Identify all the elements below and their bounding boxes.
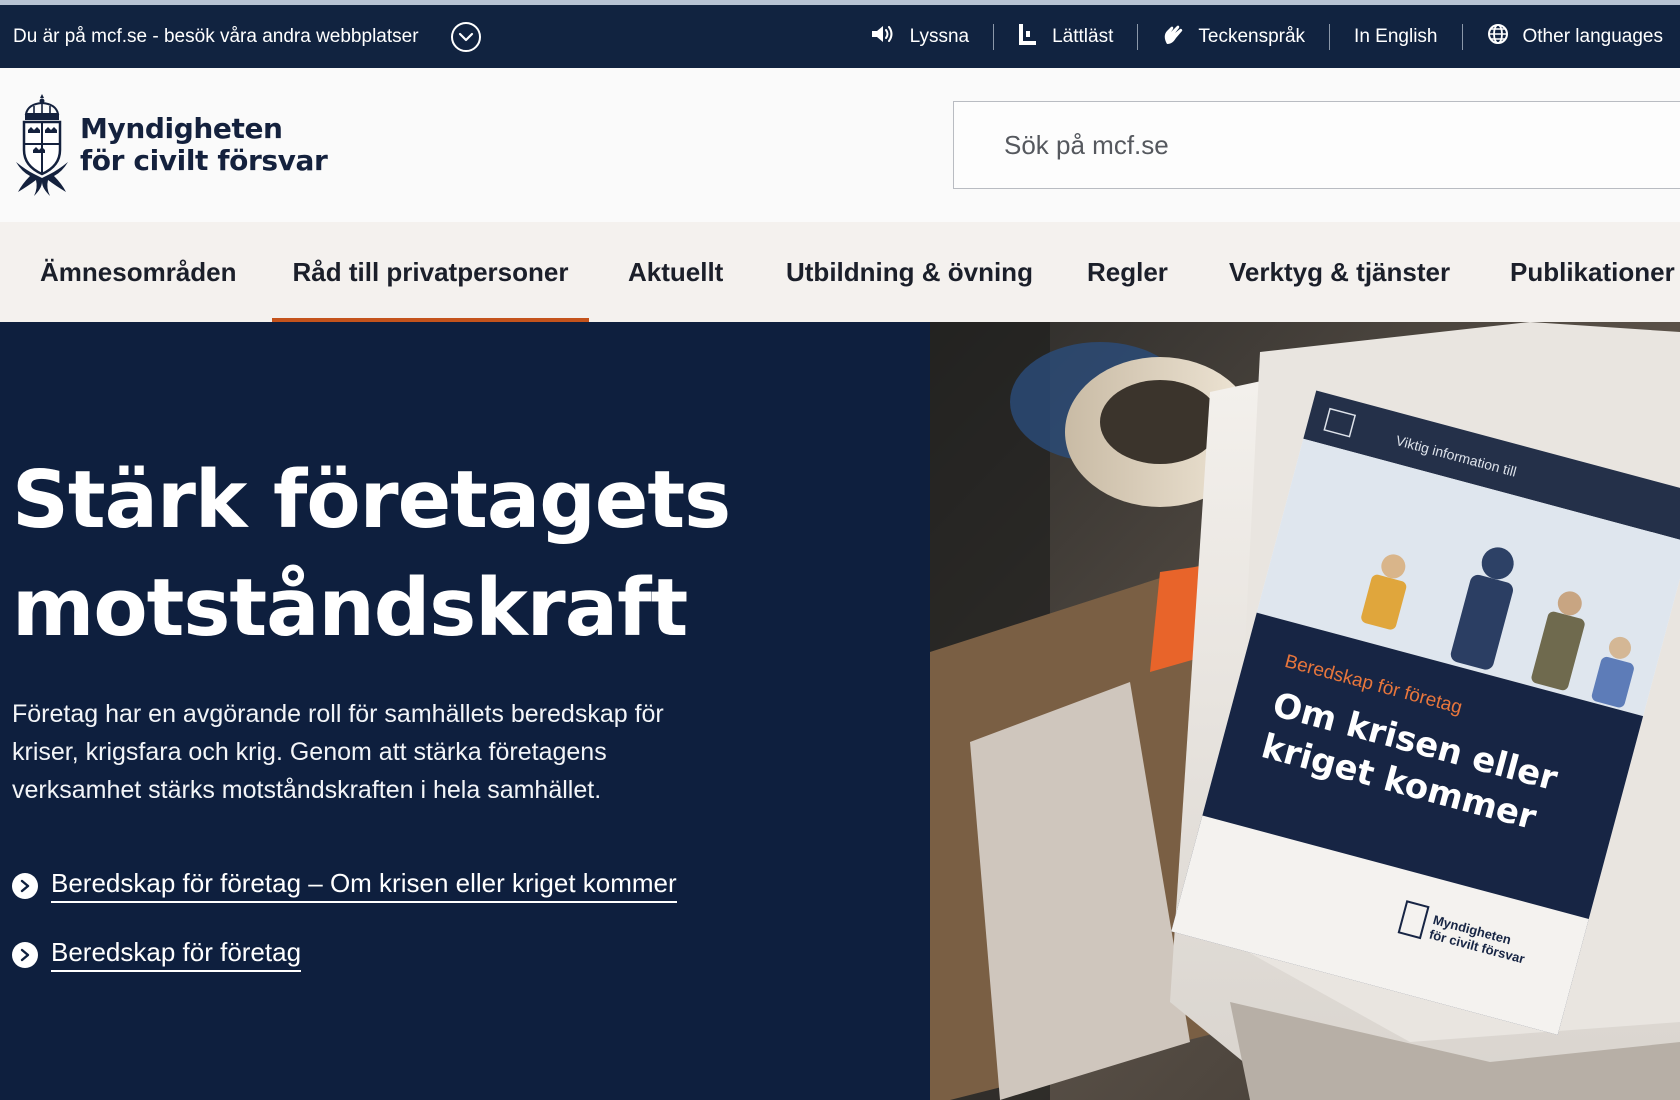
nav-item-aktuellt[interactable]: Aktuellt bbox=[628, 222, 723, 322]
easy-read-icon bbox=[1018, 23, 1038, 51]
hero-lead: Företag har en avgörande roll för samhäl… bbox=[12, 700, 664, 804]
logo-text: Myndigheten för civilt försvar bbox=[80, 112, 328, 177]
nav-item-regler[interactable]: Regler bbox=[1087, 222, 1168, 322]
hero-link-preparedness[interactable]: Beredskap för företag bbox=[12, 937, 302, 972]
utility-bar: Du är på mcf.se - besök våra andra webbp… bbox=[0, 5, 1680, 68]
site-switcher[interactable]: Du är på mcf.se - besök våra andra webbp… bbox=[13, 5, 481, 68]
nav-label: Publikationer bbox=[1510, 256, 1675, 287]
sign-language-link[interactable]: Teckenspråk bbox=[1162, 22, 1305, 52]
hero-title-line-2: motståndskraft bbox=[12, 562, 688, 654]
divider bbox=[1137, 23, 1139, 50]
globe-icon bbox=[1487, 23, 1509, 51]
hero-title-line-1: Stärk företagets bbox=[12, 454, 731, 546]
divider bbox=[1329, 23, 1331, 50]
chevron-down-icon[interactable] bbox=[450, 21, 481, 52]
hero-link-brochure[interactable]: Beredskap för företag – Om krisen eller … bbox=[12, 868, 677, 903]
hero-link-label: Beredskap för företag bbox=[51, 937, 302, 972]
chevron-right-icon bbox=[12, 941, 38, 968]
hero-panel: Stärk företagets motståndskraft Företag … bbox=[0, 322, 930, 1100]
site-header: Myndigheten för civilt försvar bbox=[0, 68, 1680, 222]
nav-label: Råd till privatpersoner bbox=[292, 256, 569, 287]
crown-crest-icon bbox=[16, 94, 68, 196]
main-navigation: Ämnesområden Råd till privatpersoner Akt… bbox=[0, 222, 1680, 322]
divider bbox=[1461, 23, 1463, 50]
listen-link[interactable]: Lyssna bbox=[870, 23, 970, 51]
nav-label: Regler bbox=[1087, 256, 1168, 287]
search-box[interactable] bbox=[953, 101, 1680, 189]
nav-item-verktyg-tjanster[interactable]: Verktyg & tjänster bbox=[1229, 222, 1450, 322]
easy-read-link[interactable]: Lättläst bbox=[1018, 23, 1113, 51]
brochure-photo: Viktig information till Beredskap för fö… bbox=[930, 322, 1680, 1100]
search-input[interactable] bbox=[1004, 129, 1604, 161]
nav-item-utbildning-ovning[interactable]: Utbildning & övning bbox=[786, 222, 1033, 322]
nav-label: Aktuellt bbox=[628, 256, 724, 287]
nav-item-rad-till-privatpersoner[interactable]: Råd till privatpersoner bbox=[272, 222, 589, 322]
english-label: In English bbox=[1354, 25, 1438, 47]
nav-label: Ämnesområden bbox=[40, 256, 237, 287]
easy-read-label: Lättläst bbox=[1052, 25, 1114, 47]
hero-title: Stärk företagets motståndskraft bbox=[12, 446, 912, 662]
nav-label: Utbildning & övning bbox=[786, 256, 1033, 287]
site-logo[interactable]: Myndigheten för civilt försvar bbox=[12, 92, 328, 198]
nav-item-amnesomraden[interactable]: Ämnesområden bbox=[40, 222, 237, 322]
other-languages-link[interactable]: Other languages bbox=[1487, 23, 1664, 51]
nav-label: Verktyg & tjänster bbox=[1229, 256, 1451, 287]
site-notice: Du är på mcf.se - besök våra andra webbp… bbox=[13, 25, 419, 47]
speaker-icon bbox=[870, 23, 896, 51]
divider bbox=[993, 23, 995, 50]
english-link[interactable]: In English bbox=[1354, 26, 1437, 48]
sign-language-label: Teckenspråk bbox=[1198, 25, 1306, 47]
listen-label: Lyssna bbox=[909, 25, 970, 47]
logo-line-2: för civilt försvar bbox=[80, 144, 328, 177]
hero-link-label: Beredskap för företag – Om krisen eller … bbox=[51, 868, 677, 903]
chevron-right-icon bbox=[12, 872, 38, 899]
sign-language-icon bbox=[1162, 22, 1184, 52]
nav-item-publikationer[interactable]: Publikationer bbox=[1510, 222, 1675, 322]
logo-line-1: Myndigheten bbox=[80, 112, 283, 145]
other-languages-label: Other languages bbox=[1522, 25, 1664, 47]
hero-image: Viktig information till Beredskap för fö… bbox=[930, 322, 1680, 1100]
